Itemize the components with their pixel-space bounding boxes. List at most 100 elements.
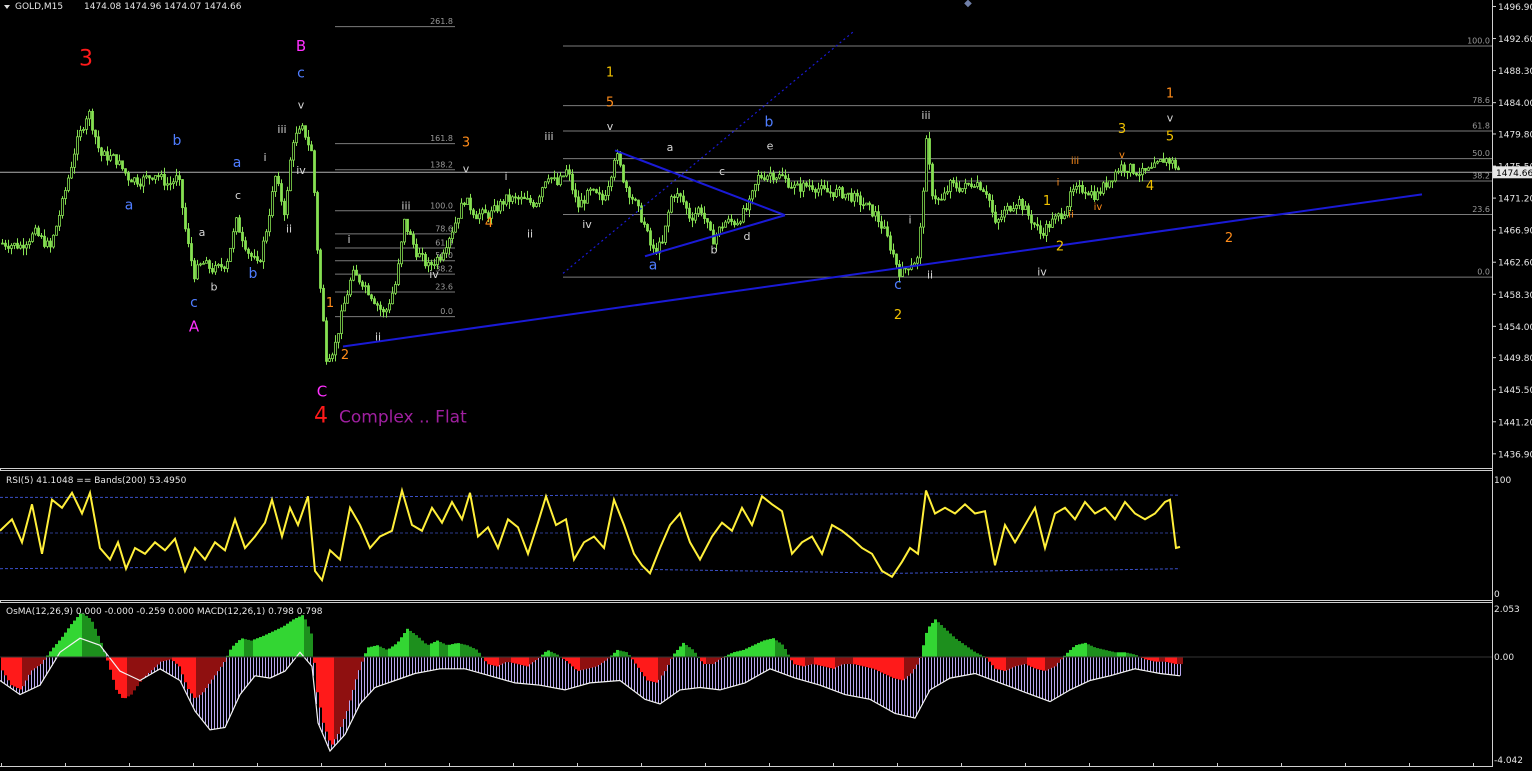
- osma-bar: [1048, 657, 1051, 670]
- candle-body: [559, 175, 562, 186]
- osma-bar: [463, 644, 466, 657]
- wave-label: b: [765, 115, 774, 131]
- osma-bar: [196, 657, 199, 698]
- candle-body: [1105, 182, 1108, 188]
- candle: [286, 186, 289, 219]
- candle-body: [1132, 163, 1135, 174]
- candle-body: [508, 194, 511, 202]
- candle: [466, 197, 469, 206]
- osma-bar: [1099, 648, 1102, 657]
- candle-body: [88, 110, 91, 120]
- osma-bar: [334, 657, 337, 740]
- osma-bar: [901, 657, 904, 681]
- candle-body: [385, 309, 388, 313]
- osma-bar: [841, 657, 844, 665]
- trading-chart[interactable]: 261.8161.8138.2100.078.661.850.038.223.6…: [0, 0, 1532, 767]
- candle-body: [172, 181, 175, 185]
- candle-body: [292, 142, 295, 161]
- osma-bar: [685, 645, 688, 657]
- wave-label: 4: [314, 404, 328, 429]
- wave-label: 1: [606, 66, 614, 81]
- candle-body: [124, 168, 127, 174]
- osma-bar: [565, 657, 568, 661]
- candle-body: [307, 136, 310, 146]
- osma-bar: [520, 657, 523, 665]
- osma-bar: [235, 642, 238, 657]
- osma-bar: [88, 617, 91, 657]
- osma-bar: [676, 649, 679, 657]
- fib-level-label: 0.0: [1477, 268, 1490, 277]
- candle-body: [1060, 213, 1063, 220]
- osma-bar: [553, 653, 556, 657]
- candle-body: [997, 219, 1000, 223]
- osma-bar: [637, 657, 640, 668]
- osma-bar: [931, 622, 934, 657]
- osma-bar: [307, 626, 310, 657]
- candle-body: [1114, 171, 1117, 182]
- osma-tick-zero: 0.00: [1494, 653, 1514, 663]
- osma-bar: [1129, 653, 1132, 657]
- candle-body: [1015, 204, 1018, 209]
- osma-bar: [391, 646, 394, 657]
- osma-bar: [91, 621, 94, 657]
- candle-body: [247, 248, 250, 254]
- osma-bar: [592, 657, 595, 668]
- candle-body: [1027, 205, 1030, 216]
- candle-body: [229, 247, 232, 262]
- candle-body: [40, 235, 43, 238]
- osma-bar: [19, 657, 22, 690]
- osma-bar: [505, 657, 508, 663]
- wave-label: a: [233, 155, 242, 171]
- candle-body: [925, 138, 928, 192]
- candle-body: [382, 308, 385, 313]
- osma-bar: [499, 657, 502, 665]
- osma-bar: [250, 640, 253, 657]
- candle-body: [97, 136, 100, 149]
- candle-body: [787, 178, 790, 188]
- candle-body: [754, 183, 757, 192]
- wave-label: i: [504, 170, 507, 183]
- candle-body: [298, 128, 301, 134]
- osma-bar: [328, 657, 331, 741]
- candle-body: [268, 215, 271, 233]
- candle-body: [1057, 213, 1060, 217]
- osma-tick-bottom: -4.042: [1494, 756, 1523, 766]
- candle-body: [271, 191, 274, 216]
- candle-body: [244, 240, 247, 250]
- candle-body: [421, 253, 424, 255]
- candle-body: [703, 212, 706, 219]
- candle-body: [628, 187, 631, 198]
- osma-bar: [1039, 657, 1042, 670]
- candle-body: [4, 242, 7, 247]
- osma-bar: [457, 643, 460, 657]
- osma-bar: [79, 613, 82, 657]
- candle-body: [928, 138, 931, 165]
- candle-body: [394, 284, 397, 294]
- candle-body: [922, 190, 925, 228]
- osma-bar: [1171, 657, 1174, 664]
- candle-body: [1096, 191, 1099, 200]
- osma-bar: [115, 657, 118, 690]
- candle-body: [451, 231, 454, 239]
- candle-body: [940, 198, 943, 201]
- candle-body: [1009, 205, 1012, 212]
- candle-body: [433, 264, 436, 266]
- candle-body: [226, 261, 229, 269]
- candle-body: [664, 225, 667, 243]
- candle-body: [484, 209, 487, 214]
- candle-body: [46, 240, 49, 247]
- candle-body: [727, 218, 730, 223]
- price-tick-label: 1492.60: [1498, 35, 1532, 45]
- candle-body: [1177, 167, 1180, 171]
- candle-body: [847, 192, 850, 195]
- candle-body: [907, 268, 910, 271]
- osma-bar: [397, 641, 400, 657]
- candle-body: [340, 310, 343, 334]
- osma-bar: [208, 657, 211, 684]
- osma-bar: [217, 657, 220, 672]
- wave-label: 2: [1225, 231, 1233, 246]
- candle-body: [1129, 163, 1132, 173]
- candle-body: [1156, 161, 1159, 164]
- candle-body: [781, 174, 784, 177]
- candle-body: [622, 164, 625, 183]
